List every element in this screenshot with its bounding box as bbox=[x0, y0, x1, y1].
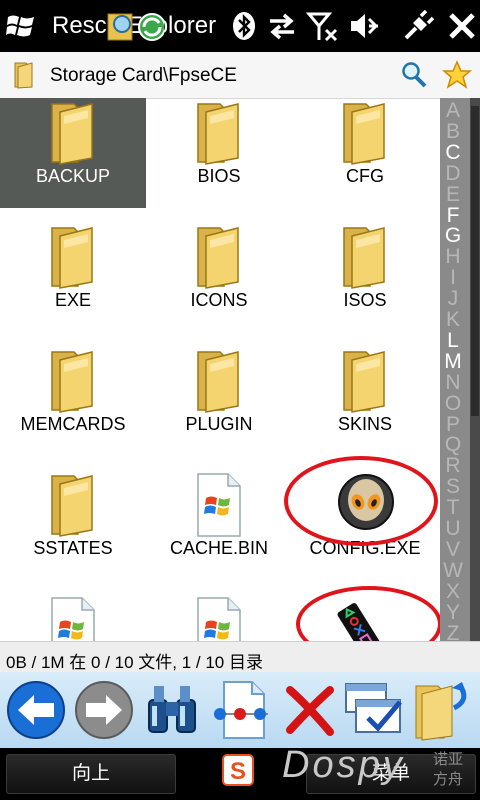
folder-icon bbox=[343, 227, 385, 289]
folder-icon bbox=[51, 103, 93, 165]
file-name: ICONS bbox=[190, 290, 248, 310]
file-name: CFG bbox=[346, 166, 384, 186]
toolbar bbox=[0, 672, 480, 748]
resco-explorer-app-icon bbox=[107, 13, 164, 41]
soft-key-bar: 向上 S 菜单 bbox=[0, 748, 480, 800]
alphabet-index[interactable]: ABCDEFGHIJKLMNOPQRSTUVWXYZ bbox=[440, 98, 470, 645]
file-name: ISOS bbox=[343, 290, 387, 310]
file-item[interactable]: CACHE.BIN bbox=[146, 470, 292, 580]
file-name: MEMCARDS bbox=[20, 414, 126, 434]
file-name: SKINS bbox=[337, 414, 393, 434]
file-name: BIOS bbox=[197, 166, 241, 186]
back-arrow-icon[interactable] bbox=[4, 678, 68, 742]
binoculars-icon[interactable] bbox=[140, 678, 204, 742]
highlight-circle bbox=[284, 456, 438, 546]
file-name: CACHE.BIN bbox=[169, 538, 268, 558]
status-bar: Resco Explorer bbox=[0, 0, 480, 52]
search-icon[interactable] bbox=[400, 61, 428, 89]
window-select-icon[interactable] bbox=[342, 678, 406, 742]
up-softkey[interactable]: 向上 bbox=[6, 754, 176, 794]
highlight-circle bbox=[296, 586, 440, 641]
folder-up-icon[interactable] bbox=[412, 678, 476, 742]
file-item[interactable] bbox=[292, 586, 440, 641]
folder-icon bbox=[197, 227, 239, 289]
watermark-sub: 诺亚方舟 bbox=[432, 751, 463, 788]
folder-item[interactable]: MEMCARDS bbox=[0, 346, 146, 456]
close-icon[interactable] bbox=[446, 10, 478, 42]
folder-item[interactable]: CFG bbox=[292, 98, 438, 208]
folder-icon bbox=[343, 351, 385, 413]
info-bar: 0B / 1M 在 0 / 10 文件, 1 / 10 目录 bbox=[0, 641, 480, 673]
scrollbar-thumb[interactable] bbox=[471, 106, 479, 416]
file-name: BACKUP bbox=[35, 166, 111, 186]
folder-icon bbox=[197, 351, 239, 413]
file-item[interactable]: CONFIG.EXE bbox=[284, 456, 438, 580]
folder-icon bbox=[197, 103, 239, 165]
folder-item[interactable]: EXE bbox=[0, 222, 146, 332]
file-item[interactable] bbox=[0, 594, 146, 641]
folder-item[interactable]: ISOS bbox=[292, 222, 438, 332]
folder-icon bbox=[51, 475, 93, 537]
current-path[interactable]: Storage Card\FpseCE bbox=[50, 65, 237, 87]
bluetooth-icon bbox=[233, 12, 255, 40]
forward-arrow-icon[interactable] bbox=[72, 678, 136, 742]
network-share-icon[interactable] bbox=[208, 678, 272, 742]
sogou-input-icon[interactable]: S bbox=[222, 754, 254, 786]
svg-text:S: S bbox=[230, 758, 246, 785]
folder-item[interactable]: BIOS bbox=[146, 98, 292, 208]
folder-item[interactable]: BACKUP bbox=[0, 98, 146, 208]
windows-start-icon[interactable] bbox=[6, 12, 36, 40]
folder-icon bbox=[343, 103, 385, 165]
delete-x-icon[interactable] bbox=[278, 678, 342, 742]
folder-item[interactable]: SKINS bbox=[292, 346, 438, 456]
folder-icon bbox=[51, 227, 93, 289]
folder-icon bbox=[51, 351, 93, 413]
windows-file-icon bbox=[197, 597, 241, 641]
file-item[interactable] bbox=[146, 594, 292, 641]
file-name: EXE bbox=[54, 290, 92, 310]
watermark: Dospy bbox=[282, 744, 405, 786]
file-name: SSTATES bbox=[33, 538, 113, 558]
favorite-star-icon[interactable] bbox=[442, 60, 472, 90]
power-plug-icon bbox=[404, 10, 434, 40]
volume-mute-icon bbox=[351, 14, 379, 38]
file-name: PLUGIN bbox=[185, 414, 253, 434]
path-bar: Storage Card\FpseCE bbox=[0, 52, 480, 99]
selection-info: 0B / 1M 在 0 / 10 文件, 1 / 10 目录 bbox=[6, 653, 263, 672]
signal-off-icon bbox=[306, 12, 338, 42]
folder-item[interactable]: PLUGIN bbox=[146, 346, 292, 456]
folder-item[interactable]: SSTATES bbox=[0, 470, 146, 580]
sync-arrows-icon bbox=[270, 13, 294, 40]
file-grid: BACKUP BIOS CFG EXE ICONS ISOS MEMCARDS PLUGIN S… bbox=[0, 98, 440, 641]
windows-file-icon bbox=[197, 473, 241, 537]
folder-icon bbox=[14, 62, 33, 89]
windows-file-icon bbox=[51, 597, 95, 641]
folder-item[interactable]: ICONS bbox=[146, 222, 292, 332]
